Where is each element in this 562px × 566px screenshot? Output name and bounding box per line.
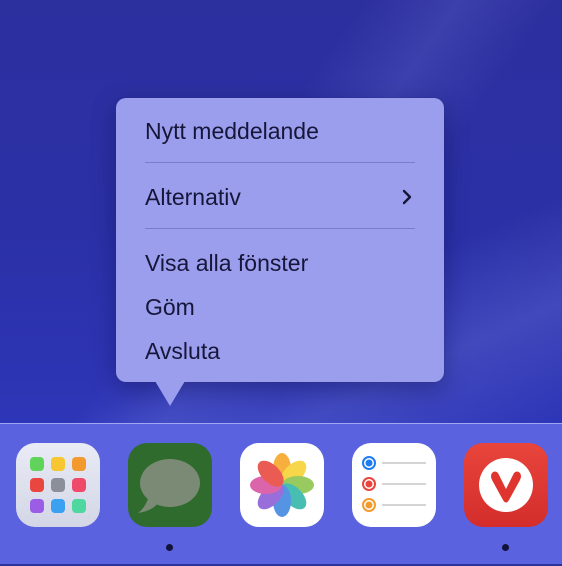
menu-item-label: Visa alla fönster: [145, 250, 309, 276]
menu-separator: [145, 162, 415, 163]
menu-item-options[interactable]: Alternativ: [116, 177, 444, 217]
vivaldi-logo-icon: [479, 458, 533, 512]
menu-item-label: Avsluta: [145, 338, 221, 364]
dock-context-menu: Nytt meddelande Alternativ Visa alla fön…: [116, 98, 444, 382]
menu-item-label: Göm: [145, 294, 195, 320]
menu-item-label: Nytt meddelande: [145, 118, 319, 144]
menu-pointer: [155, 381, 185, 406]
speech-bubble-icon: [138, 459, 200, 513]
menu-item-label: Alternativ: [145, 184, 241, 210]
vivaldi-icon[interactable]: [464, 443, 548, 527]
menu-item-quit[interactable]: Avsluta: [116, 331, 444, 371]
running-indicator: [166, 544, 173, 551]
running-indicator: [502, 544, 509, 551]
menu-item-new-message[interactable]: Nytt meddelande: [116, 111, 444, 151]
menu-item-hide[interactable]: Göm: [116, 287, 444, 327]
menu-item-show-all-windows[interactable]: Visa alla fönster: [116, 243, 444, 283]
chevron-right-icon: [402, 189, 412, 205]
launchpad-icon[interactable]: [16, 443, 100, 527]
dock: [0, 423, 562, 566]
messages-icon[interactable]: [128, 443, 212, 527]
reminders-icon[interactable]: [352, 443, 436, 527]
checklist-icon: [362, 456, 426, 512]
photos-flower-icon: [250, 453, 314, 517]
menu-separator: [145, 228, 415, 229]
photos-icon[interactable]: [240, 443, 324, 527]
